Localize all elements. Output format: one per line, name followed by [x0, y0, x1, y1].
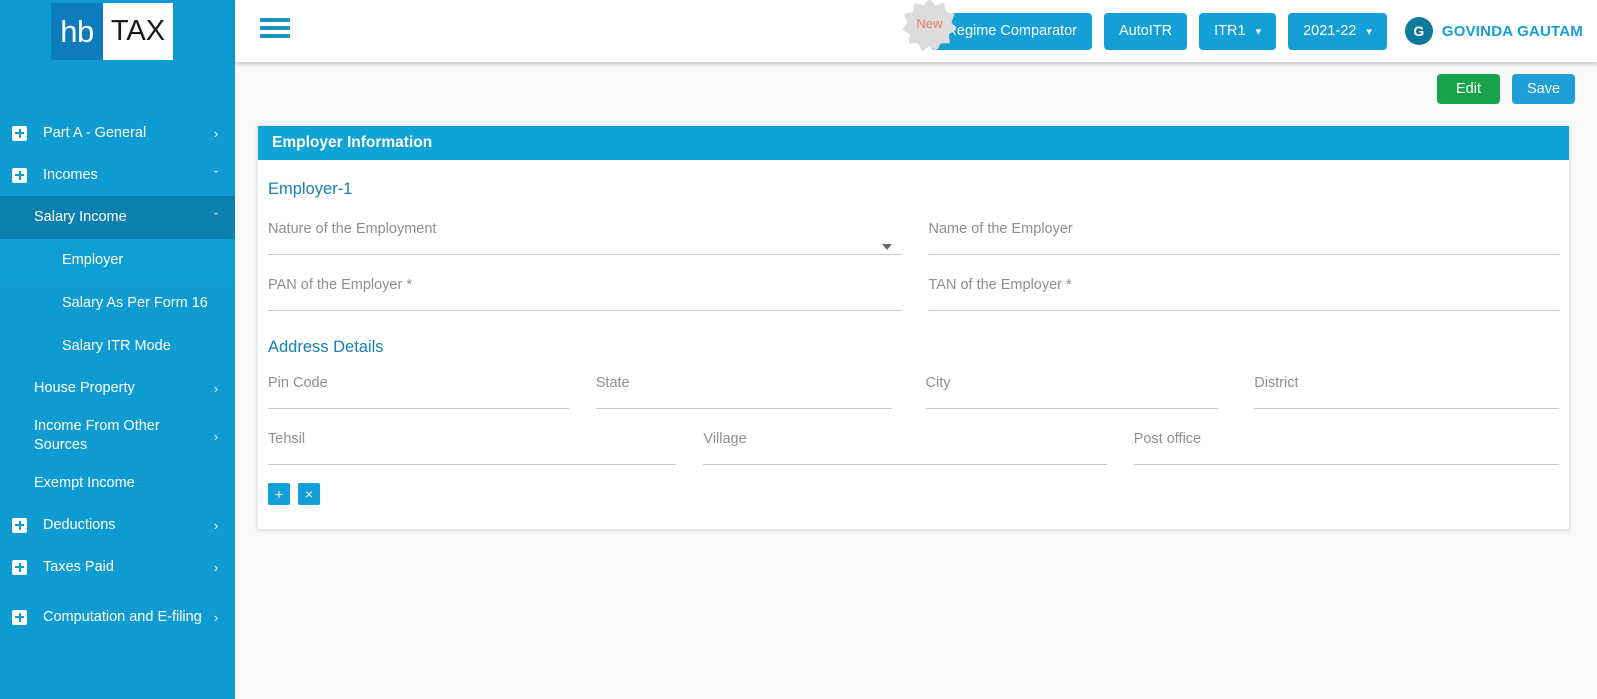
field-underline	[595, 408, 892, 409]
sidebar: hb TAX Part A - General › Incomes ˇ Sala…	[0, 0, 235, 699]
hamburger-bar	[260, 18, 290, 22]
sidebar-item-income-from-other-sources[interactable]: Income From Other Sources ›	[0, 409, 235, 463]
district-field[interactable]: District	[1236, 375, 1559, 409]
sidebar-item-house-property[interactable]: House Property ›	[0, 368, 235, 409]
page-action-bar: Edit Save	[1437, 74, 1575, 104]
sidebar-item-deductions[interactable]: Deductions ›	[0, 504, 235, 546]
avatar: G	[1404, 17, 1433, 45]
auto-itr-button[interactable]: AutoITR	[1103, 12, 1188, 50]
user-name-label: GOVINDA GAUTAM	[1441, 22, 1583, 40]
address-field-row-1: Pin Code State City District	[268, 375, 1559, 409]
plus-box-icon	[12, 609, 27, 625]
plus-box-icon	[12, 559, 27, 575]
chevron-down-icon: ▾	[1366, 25, 1372, 38]
sidebar-nav: Part A - General › Incomes ˇ Salary Inco…	[0, 112, 235, 646]
assessment-year-value: 2021-22	[1303, 23, 1357, 39]
employer-information-card: Employer Information Employer-1 Nature o…	[257, 125, 1570, 530]
chevron-right-icon: ›	[213, 517, 219, 533]
sidebar-item-label: Computation and E-filing	[43, 608, 202, 625]
sidebar-item-label: Taxes Paid	[43, 558, 114, 575]
chevron-down-icon: ˇ	[213, 167, 219, 183]
tan-of-employer-field[interactable]: TAN of the Employer *	[914, 277, 1559, 311]
field-underline	[925, 408, 1219, 409]
logo-hb-text: hb	[51, 3, 103, 60]
sidebar-item-employer[interactable]: Employer	[0, 239, 235, 282]
post-office-field[interactable]: Post office	[1129, 431, 1559, 465]
sidebar-item-salary-itr-mode[interactable]: Salary ITR Mode	[0, 325, 235, 368]
sidebar-item-salary-income[interactable]: Salary Income ˇ	[0, 196, 235, 239]
plus-box-icon	[12, 125, 27, 141]
hamburger-icon[interactable]	[260, 18, 292, 44]
field-underline	[928, 254, 1559, 255]
field-underline	[268, 254, 902, 255]
itr-form-value: ITR1	[1214, 23, 1246, 39]
employer-field-row-1: Nature of the Employment Name of the Emp…	[268, 221, 1559, 255]
field-underline	[268, 464, 677, 465]
address-field-row-2: Tehsil Village Post office	[268, 431, 1559, 465]
chevron-right-icon: ›	[213, 559, 219, 575]
user-menu[interactable]: G GOVINDA GAUTAM	[1404, 17, 1583, 45]
field-underline	[268, 310, 902, 311]
remove-employer-button[interactable]: ×	[298, 483, 320, 505]
state-field[interactable]: State	[591, 375, 914, 409]
sidebar-item-label: Salary Income	[34, 209, 127, 226]
sidebar-item-label: Salary As Per Form 16	[62, 295, 208, 312]
itr-form-dropdown[interactable]: ITR1 ▾	[1199, 12, 1277, 50]
chevron-right-icon: ›	[213, 381, 219, 396]
sidebar-item-taxes-paid[interactable]: Taxes Paid ›	[0, 546, 235, 588]
address-section-title: Address Details	[268, 338, 384, 356]
employer-field-row-2: PAN of the Employer * TAN of the Employe…	[268, 277, 1559, 311]
field-underline	[1133, 464, 1559, 465]
village-field[interactable]: Village	[698, 431, 1128, 465]
chevron-right-icon: ›	[213, 428, 219, 444]
sidebar-item-salary-as-per-form-16[interactable]: Salary As Per Form 16	[0, 282, 235, 325]
sidebar-item-label: Deductions	[43, 516, 116, 533]
regime-comparator-wrap: New Regime Comparator	[902, 0, 1092, 52]
field-underline	[1254, 408, 1559, 409]
employer-section-title: Employer-1	[268, 180, 353, 198]
chevron-down-icon: ▾	[1255, 25, 1262, 38]
sidebar-item-incomes[interactable]: Incomes ˇ	[0, 154, 235, 196]
sidebar-item-label: Part A - General	[43, 124, 147, 141]
sidebar-item-label: Income From Other Sources	[34, 418, 160, 453]
sidebar-item-label: Salary ITR Mode	[62, 338, 171, 355]
logo-tax-text: TAX	[103, 3, 173, 60]
sidebar-item-label: Exempt Income	[34, 475, 135, 492]
topbar-actions: New Regime Comparator AutoITR ITR1 ▾ 202…	[902, 0, 1583, 62]
sidebar-item-label: Incomes	[43, 166, 98, 183]
edit-button[interactable]: Edit	[1437, 74, 1500, 104]
city-field[interactable]: City	[914, 375, 1237, 409]
field-underline	[928, 310, 1559, 311]
main-content: Edit Save Employer Information Employer-…	[235, 62, 1597, 699]
pin-code-field[interactable]: Pin Code	[268, 375, 591, 409]
name-of-employer-field[interactable]: Name of the Employer	[914, 221, 1559, 255]
regime-comparator-button[interactable]: Regime Comparator	[931, 12, 1092, 50]
sidebar-item-part-a-general[interactable]: Part A - General ›	[0, 112, 235, 154]
plus-box-icon	[12, 517, 27, 533]
nature-of-employment-field[interactable]: Nature of the Employment	[268, 221, 914, 255]
sidebar-item-label: Employer	[62, 252, 124, 269]
app-logo[interactable]: hb TAX	[51, 3, 173, 60]
card-body: Employer-1 Nature of the Employment Name…	[258, 160, 1569, 505]
sidebar-item-computation-and-e-filing[interactable]: Computation and E-filing ›	[0, 588, 235, 646]
chevron-down-icon: ˇ	[213, 210, 219, 225]
app-root: hb TAX Part A - General › Incomes ˇ Sala…	[0, 0, 1597, 699]
tehsil-field[interactable]: Tehsil	[268, 431, 698, 465]
sidebar-item-exempt-income[interactable]: Exempt Income	[0, 463, 235, 504]
plus-box-icon	[12, 167, 27, 183]
assessment-year-dropdown[interactable]: 2021-22 ▾	[1288, 12, 1387, 50]
save-button[interactable]: Save	[1512, 74, 1575, 104]
chevron-right-icon: ›	[213, 609, 219, 625]
add-employer-button[interactable]: +	[268, 483, 290, 505]
field-underline	[268, 408, 569, 409]
sidebar-item-label: House Property	[34, 380, 135, 397]
employer-row-controls: + ×	[268, 483, 1559, 505]
field-underline	[703, 464, 1107, 465]
pan-of-employer-field[interactable]: PAN of the Employer *	[268, 277, 914, 311]
hamburger-bar	[260, 34, 290, 38]
top-navigation-bar: New Regime Comparator AutoITR ITR1 ▾ 202…	[235, 0, 1597, 62]
card-title: Employer Information	[258, 126, 1569, 160]
chevron-right-icon: ›	[213, 125, 219, 141]
hamburger-bar	[260, 26, 290, 30]
